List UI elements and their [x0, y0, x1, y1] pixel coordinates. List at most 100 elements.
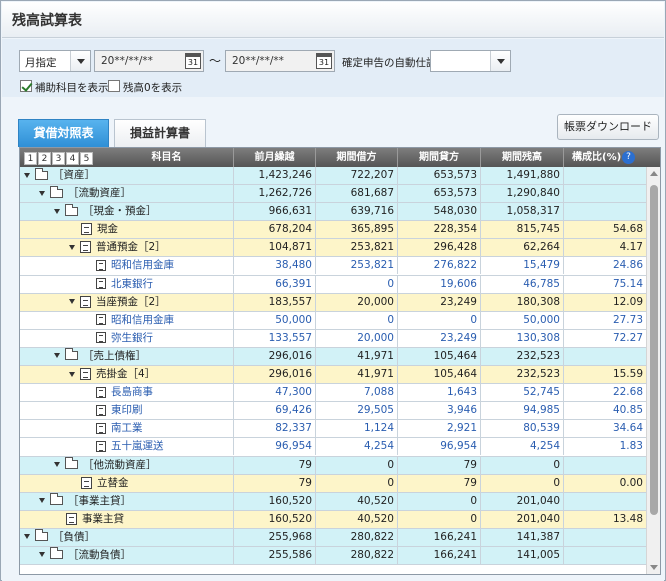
- prev-balance-cell: 966,631: [233, 203, 315, 221]
- table-row[interactable]: ［流動資産］ 1,262,726 681,687 653,573 1,290,840: [20, 185, 646, 204]
- ratio-cell: [563, 167, 646, 184]
- table-row[interactable]: 長島商事 47,300 7,088 1,643 52,745 22.68: [20, 384, 646, 403]
- account-name[interactable]: 昭和信用金庫: [111, 259, 174, 271]
- expand-toggle-icon[interactable]: [54, 353, 60, 359]
- scroll-down-icon[interactable]: [650, 565, 658, 570]
- credit-cell: 0: [397, 492, 480, 510]
- table-row[interactable]: 現金 678,204 365,895 228,354 815,745 54.68: [20, 221, 646, 240]
- ratio-cell: 24.86: [563, 257, 646, 275]
- scroll-up-icon[interactable]: [650, 171, 658, 176]
- balance-cell: 180,308: [480, 293, 563, 311]
- expand-toggle-icon[interactable]: [24, 534, 30, 540]
- debit-cell: 0: [315, 275, 397, 293]
- account-name: ［流動資産］: [68, 187, 131, 200]
- prev-balance-cell: 1,423,246: [233, 167, 315, 184]
- show-sub-accounts-checkbox[interactable]: [20, 80, 32, 92]
- table-row[interactable]: ［現金・預金］ 966,631 639,716 548,030 1,058,317: [20, 203, 646, 222]
- debit-cell: 0: [315, 456, 397, 474]
- show-zero-balance-checkbox[interactable]: [108, 80, 120, 92]
- table-row[interactable]: 五十嵐運送 96,954 4,254 96,954 4,254 1.83: [20, 438, 646, 457]
- table-row[interactable]: 事業主貸 160,520 40,520 0 201,040 13.48: [20, 510, 646, 529]
- account-name[interactable]: 五十嵐運送: [111, 440, 164, 452]
- expand-toggle-icon[interactable]: [69, 371, 75, 377]
- prev-balance-cell: 183,557: [233, 293, 315, 311]
- account-name[interactable]: 北東銀行: [111, 278, 153, 290]
- level-2-button[interactable]: 2: [38, 152, 51, 165]
- folder-icon: [65, 348, 78, 361]
- account-name[interactable]: 弥生銀行: [111, 332, 153, 344]
- credit-cell: 79: [397, 474, 480, 492]
- table-row[interactable]: ［他流動資産］ 79 0 79 0: [20, 456, 646, 475]
- ratio-cell: 15.59: [563, 366, 646, 384]
- show-sub-accounts-label[interactable]: 補助科目を表示: [35, 80, 109, 95]
- expand-toggle-icon[interactable]: [24, 172, 30, 178]
- level-5-button[interactable]: 5: [80, 152, 93, 165]
- account-name[interactable]: 南工業: [111, 422, 143, 434]
- expand-toggle-icon[interactable]: [69, 299, 75, 305]
- period-type-select[interactable]: 月指定: [19, 50, 91, 72]
- account-name-cell: 弥生銀行: [84, 330, 153, 347]
- tab-income-statement[interactable]: 損益計算書: [114, 119, 206, 147]
- table-row[interactable]: ［事業主貸］ 160,520 40,520 0 201,040: [20, 492, 646, 511]
- expand-toggle-icon[interactable]: [39, 498, 45, 504]
- debit-cell: 41,971: [315, 366, 397, 384]
- table-row[interactable]: ［資産］ 1,423,246 722,207 653,573 1,491,880: [20, 167, 646, 186]
- debit-cell: 20,000: [315, 293, 397, 311]
- account-name-cell: 現金: [69, 221, 118, 238]
- credit-cell: 19,606: [397, 275, 480, 293]
- credit-cell: 79: [397, 456, 480, 474]
- scroll-thumb[interactable]: [650, 185, 658, 515]
- account-name[interactable]: 東印刷: [111, 404, 143, 416]
- help-icon[interactable]: ?: [622, 151, 635, 164]
- table-row[interactable]: 北東銀行 66,391 0 19,606 46,785 75.14: [20, 275, 646, 294]
- date-to-field[interactable]: 20**/**/** 31: [225, 50, 335, 72]
- table-row[interactable]: 普通預金［2］ 104,871 253,821 296,428 62,264 4.17: [20, 239, 646, 258]
- balance-cell: 815,745: [480, 221, 563, 239]
- calendar-icon[interactable]: 31: [185, 53, 201, 69]
- expand-toggle-icon[interactable]: [39, 552, 45, 558]
- prev-balance-cell: 104,871: [233, 239, 315, 257]
- vertical-scrollbar[interactable]: [646, 167, 660, 574]
- account-name[interactable]: 昭和信用金庫: [111, 314, 174, 326]
- expand-toggle-icon[interactable]: [39, 190, 45, 196]
- prev-balance-cell: 82,337: [233, 420, 315, 438]
- sub-account-icon: [96, 332, 106, 344]
- ratio-cell: 4.17: [563, 239, 646, 257]
- sub-account-icon: [96, 422, 106, 434]
- ratio-cell: [563, 185, 646, 203]
- debit-cell: 1,124: [315, 420, 397, 438]
- table-row[interactable]: ［負債］ 255,968 280,822 166,241 141,387: [20, 528, 646, 547]
- table-row[interactable]: 東印刷 69,426 29,505 3,946 94,985 40.85: [20, 402, 646, 421]
- table-row[interactable]: ［売上債権］ 296,016 41,971 105,464 232,523: [20, 347, 646, 367]
- table-row[interactable]: 立替金 79 0 79 0 0.00: [20, 474, 646, 493]
- account-name: ［売上債権］: [83, 349, 146, 362]
- level-1-button[interactable]: 1: [24, 152, 37, 165]
- chevron-down-icon[interactable]: [490, 51, 510, 71]
- expand-toggle-icon[interactable]: [54, 208, 60, 214]
- calendar-icon[interactable]: 31: [316, 53, 332, 69]
- table-row[interactable]: 南工業 82,337 1,124 2,921 80,539 34.64: [20, 420, 646, 439]
- account-name-cell: ［売上債権］: [54, 348, 146, 365]
- credit-cell: 228,354: [397, 221, 480, 239]
- table-row[interactable]: 昭和信用金庫 50,000 0 0 50,000 27.73: [20, 311, 646, 330]
- account-name[interactable]: 長島商事: [111, 386, 153, 398]
- tab-balance-sheet[interactable]: 貸借対照表: [18, 119, 109, 147]
- account-name: 売掛金［4］: [96, 368, 156, 381]
- table-row[interactable]: 弥生銀行 133,557 20,000 23,249 130,308 72.27: [20, 329, 646, 348]
- show-zero-balance-label[interactable]: 残高0を表示: [123, 80, 182, 95]
- expand-toggle-icon[interactable]: [69, 244, 75, 250]
- chevron-down-icon[interactable]: [70, 51, 90, 71]
- level-3-button[interactable]: 3: [52, 152, 65, 165]
- level-4-button[interactable]: 4: [66, 152, 79, 165]
- download-report-button[interactable]: 帳票ダウンロード: [557, 114, 659, 140]
- date-from-field[interactable]: 20**/**/** 31: [94, 50, 204, 72]
- table-row[interactable]: 売掛金［4］ 296,016 41,971 105,464 232,523 15.59: [20, 366, 646, 385]
- table-row[interactable]: ［流動負債］ 255,586 280,822 166,241 141,005: [20, 546, 646, 566]
- credit-cell: 653,573: [397, 185, 480, 203]
- ratio-cell: 75.14: [563, 275, 646, 293]
- table-row[interactable]: 当座預金［2］ 183,557 20,000 23,249 180,308 12.09: [20, 293, 646, 312]
- table-row[interactable]: 昭和信用金庫 38,480 253,821 276,822 15,479 24.86: [20, 257, 646, 276]
- expand-toggle-icon[interactable]: [54, 462, 60, 467]
- filter-toolbar: 月指定 20**/**/** 31 ～ 20**/**/** 31 確定申告の自…: [2, 39, 664, 97]
- auto-journal-select[interactable]: [430, 50, 511, 72]
